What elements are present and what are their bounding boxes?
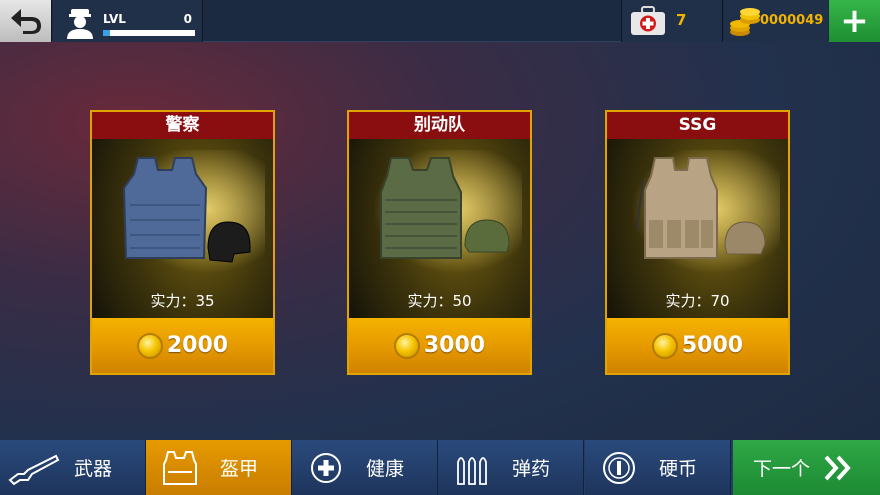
- buy-button[interactable]: 2000: [92, 318, 273, 373]
- armor-card-title: 别动队: [349, 112, 530, 139]
- buy-button[interactable]: 5000: [607, 318, 788, 373]
- coin-icon: [393, 332, 420, 359]
- coin-icon: [603, 451, 635, 484]
- coin-stack-icon: [730, 8, 760, 36]
- next-button-label: 下一个: [753, 458, 811, 480]
- tab-coins[interactable]: 硬币: [585, 440, 731, 495]
- level-label: LVL: [103, 12, 126, 26]
- top-bar: LVL 0 7 0000049 +: [0, 0, 880, 42]
- armor-card-title: SSG: [607, 112, 788, 139]
- medkit-count: 7: [676, 11, 687, 29]
- back-button[interactable]: [0, 0, 52, 42]
- police-armor-image: [100, 150, 265, 280]
- back-arrow-icon: [10, 9, 41, 34]
- tab-label: 硬币: [659, 458, 698, 480]
- medkit-icon: [631, 6, 665, 35]
- armor-price: 2000: [166, 333, 229, 358]
- coin-icon: [651, 332, 678, 359]
- armor-card-police[interactable]: 警察 实力：35 2000: [90, 110, 275, 375]
- ssg-armor-image: [615, 150, 780, 280]
- armor-power: 实力：35: [150, 292, 215, 310]
- player-profile[interactable]: LVL 0: [53, 0, 203, 42]
- health-plus-icon: [311, 452, 341, 483]
- swat-armor-image: [357, 150, 522, 280]
- tab-health[interactable]: 健康: [292, 440, 438, 495]
- armor-power: 实力：70: [665, 292, 730, 310]
- tab-ammo[interactable]: 弹药: [438, 440, 584, 495]
- ammo-icon: [457, 456, 487, 485]
- xp-progress-bar: [103, 30, 195, 36]
- shotgun-icon: [8, 454, 60, 485]
- tab-label: 健康: [366, 458, 405, 480]
- add-coins-button[interactable]: +: [829, 0, 880, 42]
- armor-card-swat[interactable]: 别动队 实力：50 3000: [347, 110, 532, 375]
- armor-price: 3000: [423, 333, 486, 358]
- level-value: 0: [183, 12, 192, 26]
- armor-card-ssg[interactable]: SSG 实力：70 5000: [605, 110, 790, 375]
- tab-armor[interactable]: 盔甲: [146, 440, 292, 495]
- double-chevron-right-icon: [824, 455, 851, 480]
- next-button[interactable]: 下一个: [733, 440, 880, 495]
- soldier-avatar-icon: [67, 9, 93, 39]
- medkit-counter[interactable]: 7: [621, 0, 723, 42]
- armor-vest-icon: [163, 450, 197, 485]
- tab-weapons[interactable]: 武器: [0, 440, 146, 495]
- coin-balance-value: 0000049: [760, 13, 824, 28]
- armor-card-title: 警察: [92, 112, 273, 139]
- buy-button[interactable]: 3000: [349, 318, 530, 373]
- coin-balance: 0000049: [724, 0, 828, 42]
- bottom-nav: 武器 盔甲 健康 弹药 硬币 下一个: [0, 440, 880, 495]
- armor-price: 5000: [681, 333, 744, 358]
- tab-label: 武器: [74, 458, 113, 480]
- tab-label: 弹药: [512, 458, 551, 480]
- xp-progress-fill: [103, 30, 111, 36]
- armor-power: 实力：50: [407, 292, 472, 310]
- tab-label: 盔甲: [220, 458, 259, 480]
- coin-icon: [136, 332, 163, 359]
